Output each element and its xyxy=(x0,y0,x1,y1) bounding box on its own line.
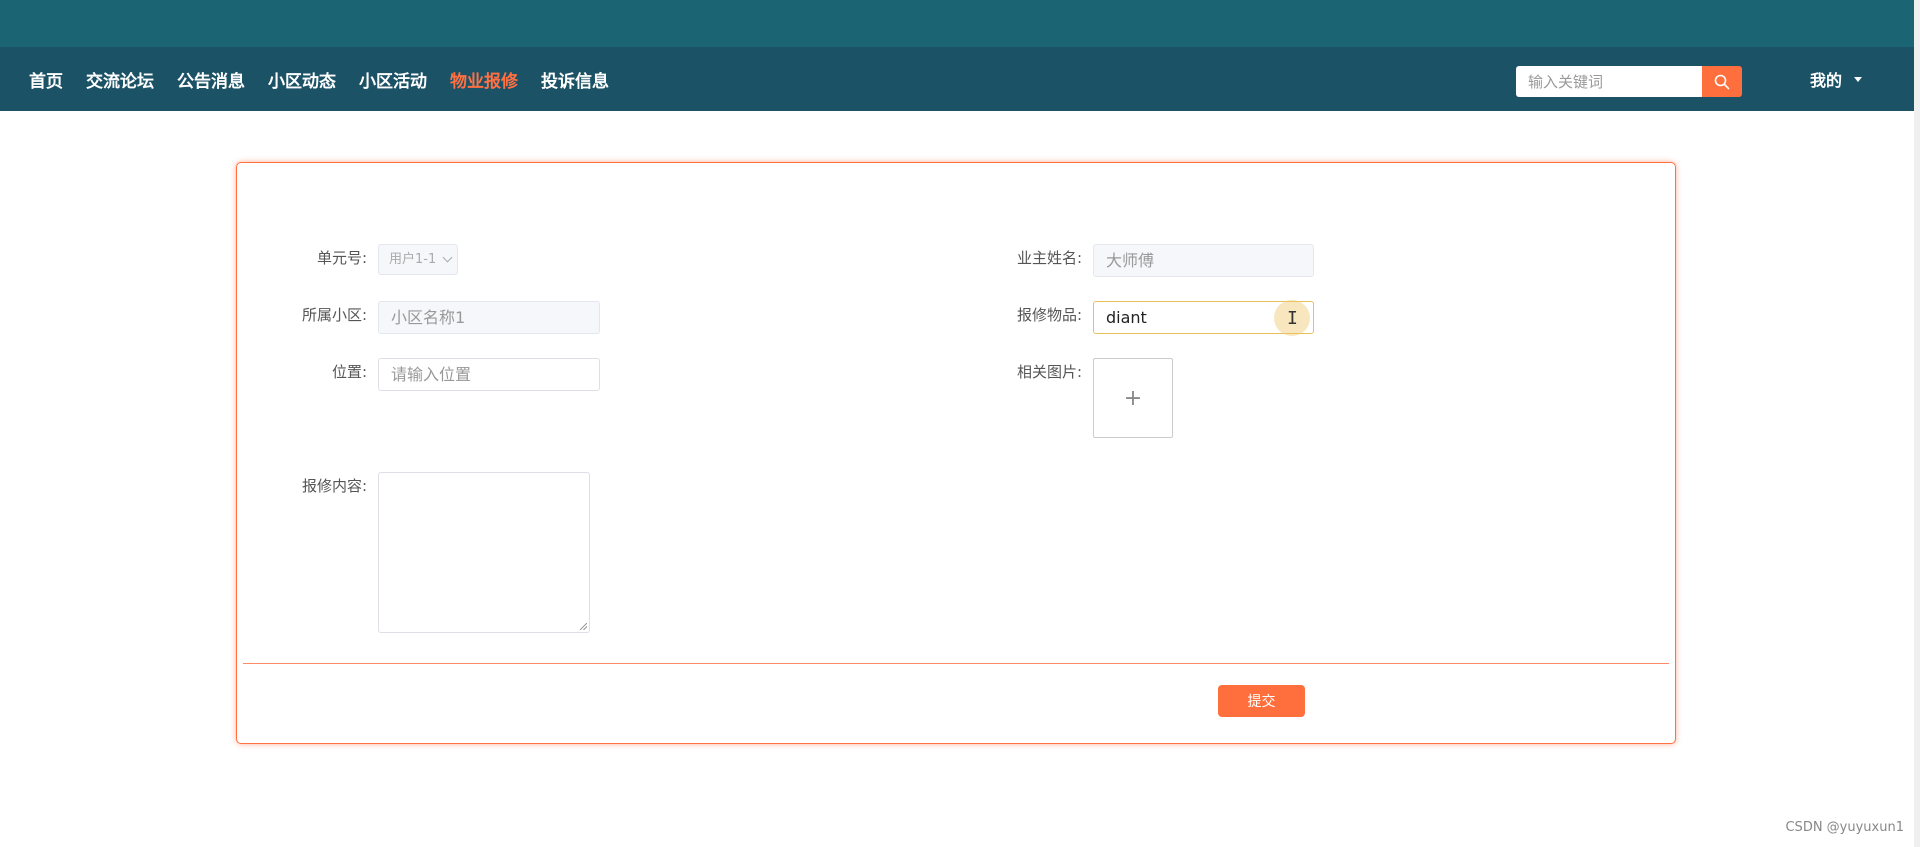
owner-name-label: 业主姓名: xyxy=(1016,249,1082,267)
nav-item-home[interactable]: 首页 xyxy=(29,67,63,92)
repair-form-card: 单元号: 用户1-1 业主姓名: 大师傅 所属小区: 小区名称1 报修物品: d… xyxy=(236,162,1676,744)
nav-item-announcements[interactable]: 公告消息 xyxy=(177,67,245,92)
repair-content-label: 报修内容: xyxy=(301,477,367,495)
plus-icon: + xyxy=(1123,385,1143,411)
owner-name-field[interactable]: 大师傅 xyxy=(1093,244,1314,277)
unit-select[interactable]: 用户1-1 xyxy=(378,244,458,275)
images-label: 相关图片: xyxy=(1016,363,1082,381)
submit-button[interactable]: 提交 xyxy=(1218,685,1305,717)
repair-item-label: 报修物品: xyxy=(1016,306,1082,324)
nav-item-complaints[interactable]: 投诉信息 xyxy=(541,67,609,92)
location-field[interactable]: 请输入位置 xyxy=(378,358,600,391)
watermark: CSDN @yuyuxun1 xyxy=(1785,820,1904,835)
nav-item-forum[interactable]: 交流论坛 xyxy=(86,67,154,92)
user-menu-label: 我的 xyxy=(1810,71,1843,90)
caret-down-icon xyxy=(1854,76,1863,82)
search-icon xyxy=(1714,74,1730,89)
search-input[interactable] xyxy=(1516,66,1702,97)
nav-item-community-events[interactable]: 小区活动 xyxy=(359,67,427,92)
community-label: 所属小区: xyxy=(301,306,367,324)
text-cursor-icon: I xyxy=(1287,308,1298,329)
nav-item-community-news[interactable]: 小区动态 xyxy=(268,67,336,92)
nav-bar: 首页 交流论坛 公告消息 小区动态 小区活动 物业报修 投诉信息 我的 xyxy=(0,47,1914,111)
form-divider xyxy=(243,663,1669,664)
repair-content-textarea[interactable] xyxy=(378,472,590,633)
resize-handle-icon[interactable] xyxy=(580,623,587,630)
image-upload-button[interactable]: + xyxy=(1093,358,1173,438)
unit-label: 单元号: xyxy=(316,249,367,267)
community-field[interactable]: 小区名称1 xyxy=(378,301,600,334)
user-menu[interactable]: 我的 xyxy=(1810,47,1863,111)
nav-menu: 首页 交流论坛 公告消息 小区动态 小区活动 物业报修 投诉信息 xyxy=(29,47,632,111)
search-button[interactable] xyxy=(1702,66,1742,97)
top-banner xyxy=(0,0,1914,47)
nav-item-repair[interactable]: 物业报修 xyxy=(450,67,518,92)
unit-select-value: 用户1-1 xyxy=(389,252,437,267)
vertical-scrollbar[interactable] xyxy=(1914,0,1920,847)
chevron-down-icon xyxy=(442,252,453,263)
location-label: 位置: xyxy=(331,363,367,381)
search-box xyxy=(1516,66,1742,97)
